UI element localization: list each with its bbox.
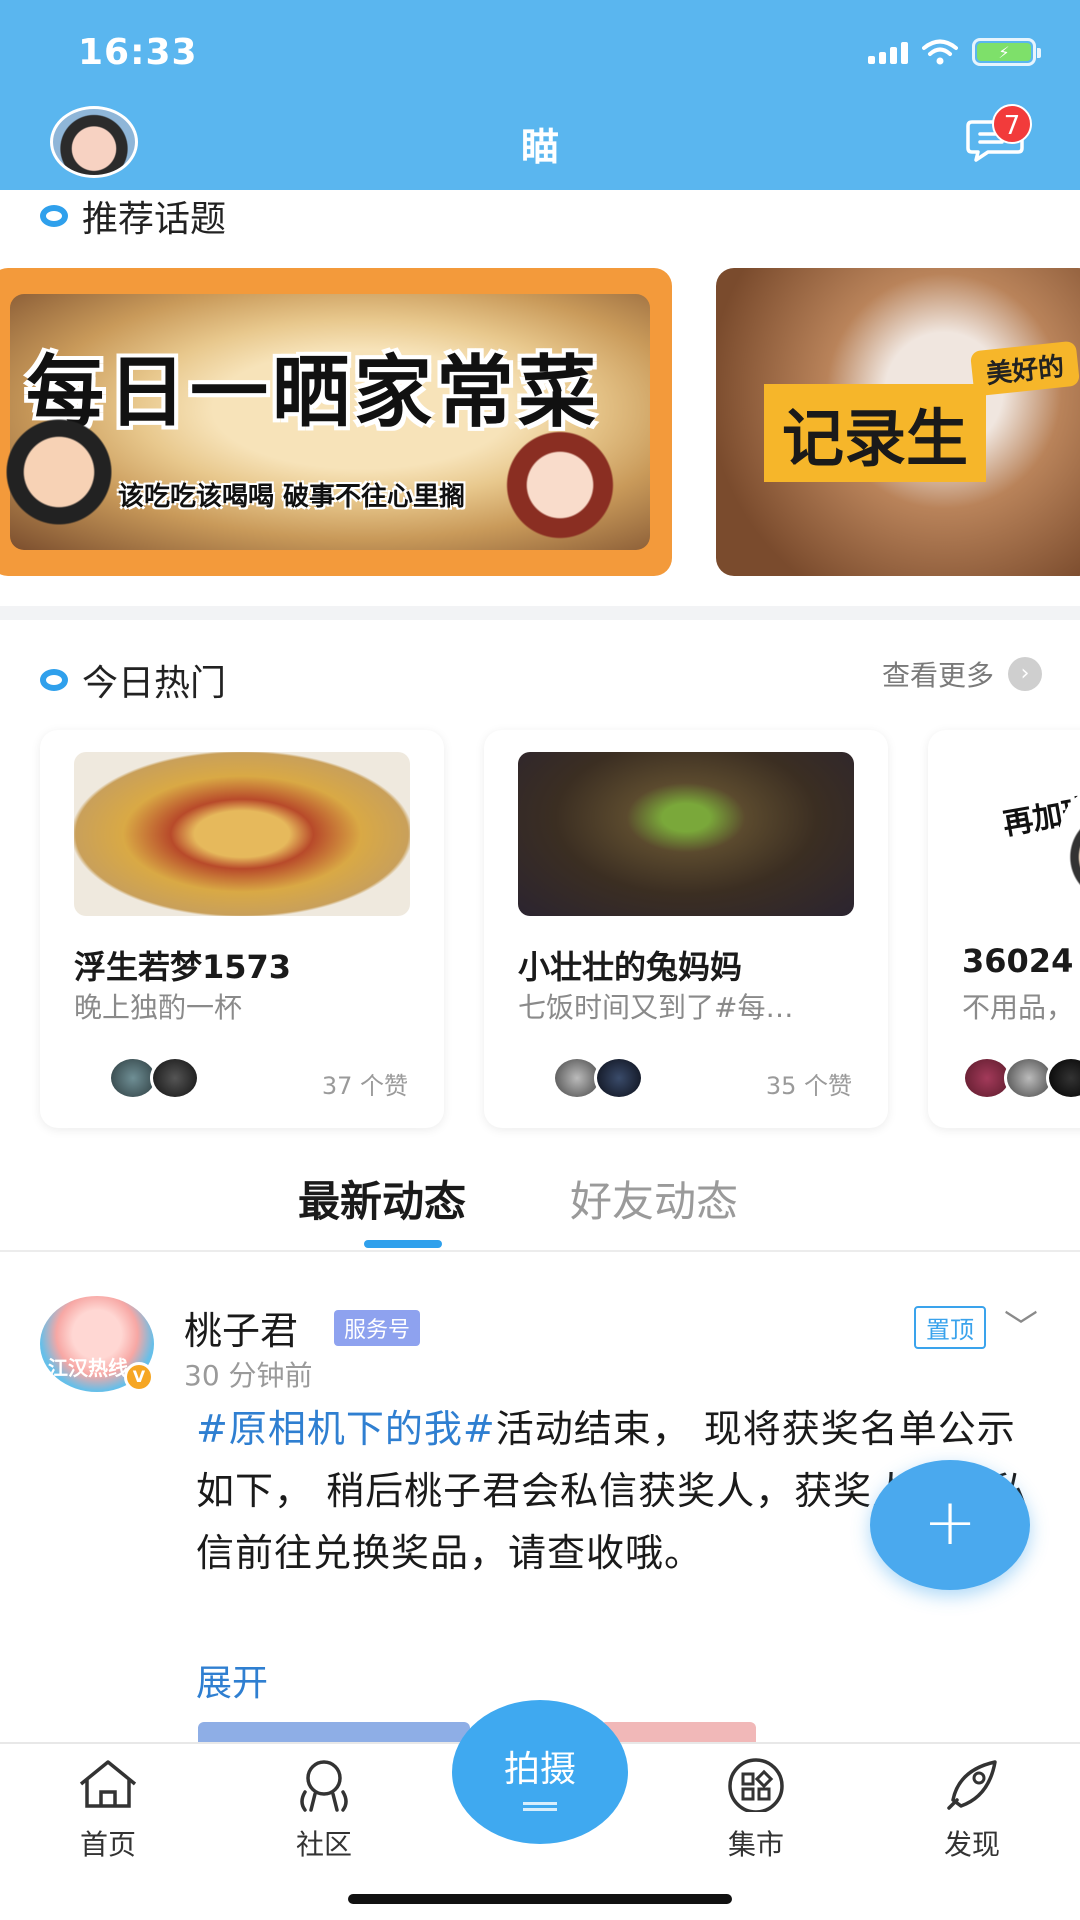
- shoot-label: 拍摄: [503, 1749, 576, 1790]
- card-desc: 晚上独酌一杯: [74, 991, 243, 1024]
- wifi-icon: [922, 39, 958, 65]
- tab-friends[interactable]: 好友动态: [570, 1168, 738, 1229]
- comic-image: 再加班: [962, 752, 1080, 922]
- active-tab-indicator: [364, 1240, 442, 1248]
- nav-home-label: 首页: [79, 1828, 136, 1861]
- cartoon-girl-image: [498, 420, 622, 550]
- avatar: [1046, 1056, 1080, 1100]
- section-dot-icon: [40, 205, 68, 227]
- topic-banner-home-cooking[interactable]: 每日一晒家常菜 该吃吃该喝喝 破事不往心里搁: [0, 268, 672, 576]
- liker-avatars: [530, 1056, 644, 1100]
- like-count: 35 个赞: [765, 1072, 852, 1100]
- chevron-down-icon[interactable]: ﹀: [1004, 1300, 1038, 1349]
- nav-discover[interactable]: 发现: [912, 1756, 1032, 1863]
- liker-avatars: [962, 1056, 1080, 1100]
- post-image-thumb[interactable]: [600, 1722, 756, 1742]
- braised-dish-image: [518, 752, 854, 916]
- community-icon: [300, 1760, 348, 1812]
- nav-market[interactable]: 集市: [696, 1756, 816, 1863]
- card-author: 浮生若梦1573: [74, 948, 292, 986]
- tab-latest[interactable]: 最新动态: [298, 1168, 466, 1229]
- home-indicator: [348, 1894, 732, 1904]
- card-desc: 七饭时间又到了#每…: [518, 991, 794, 1024]
- see-more-label: 查看更多: [881, 659, 994, 692]
- hot-today-label: 今日热门: [82, 663, 227, 704]
- nav-home[interactable]: 首页: [48, 1756, 168, 1863]
- banner-tag: 美好的: [969, 340, 1080, 397]
- hot-card[interactable]: 再加班 36024 不用品，: [928, 730, 1080, 1128]
- recommended-topics-label: 推荐话题: [82, 199, 227, 240]
- section-divider: [0, 606, 1080, 620]
- card-author: 小壮壮的兔妈妈: [518, 948, 743, 986]
- card-desc: 不用品，: [962, 991, 1075, 1024]
- chevron-right-icon: ›: [1008, 657, 1042, 691]
- service-account-badge: 服务号: [334, 1310, 421, 1346]
- signal-icon: [868, 40, 908, 64]
- post-author-name[interactable]: 桃子君: [184, 1300, 298, 1355]
- cartoon-boy-image: [4, 418, 114, 538]
- verified-icon: V: [124, 1362, 154, 1392]
- hot-card[interactable]: 浮生若梦1573 晚上独酌一杯 37 个赞: [40, 730, 444, 1128]
- market-icon: [728, 1758, 784, 1814]
- status-icons: ⚡: [868, 38, 1041, 66]
- post-topic-link[interactable]: #原相机下的我#: [196, 1407, 496, 1451]
- post-time: 30 分钟前: [184, 1359, 313, 1392]
- tabs-divider: [0, 1250, 1080, 1252]
- page-title: 瞄: [520, 125, 559, 169]
- banner-headline: 记录生: [764, 384, 987, 482]
- post-image-thumb[interactable]: [198, 1722, 470, 1742]
- section-dot-icon: [40, 669, 68, 691]
- recommended-topics-title: 推荐话题: [40, 190, 226, 242]
- nav-market-label: 集市: [727, 1828, 784, 1861]
- shoot-button[interactable]: 拍摄: [452, 1700, 628, 1844]
- nav-discover-label: 发现: [943, 1828, 1000, 1861]
- nav-community[interactable]: 社区: [264, 1756, 384, 1863]
- card-author: 36024: [962, 942, 1074, 980]
- app-screen: 16:33 ⚡ 瞄 7 推荐话题 每日一晒家常菜 该吃吃该喝喝 破事不往心里搁 …: [0, 0, 1080, 1920]
- feed-tabs: 最新动态 好友动态: [0, 1168, 1080, 1248]
- menu-icon: [523, 1802, 557, 1805]
- like-count: 37 个赞: [321, 1072, 408, 1100]
- topic-banner-record-life[interactable]: 美好的 记录生: [716, 268, 1080, 576]
- plus-icon[interactable]: +: [870, 1460, 1030, 1590]
- battery-icon: ⚡: [972, 38, 1041, 66]
- hot-card[interactable]: 小壮壮的兔妈妈 七饭时间又到了#每… 35 个赞: [484, 730, 888, 1128]
- app-header: 16:33 ⚡ 瞄 7: [0, 0, 1080, 190]
- message-count-badge: 7: [992, 104, 1032, 144]
- fish-dish-image: [74, 752, 410, 916]
- avatar: [150, 1056, 200, 1100]
- nav-community-label: 社区: [295, 1828, 352, 1861]
- rocket-icon: [947, 1760, 997, 1810]
- status-time: 16:33: [78, 32, 198, 73]
- banner-subline: 该吃吃该喝喝 破事不往心里搁: [118, 482, 466, 512]
- banner-headline: 每日一晒家常菜: [26, 348, 601, 438]
- see-more-link[interactable]: 查看更多 ›: [882, 654, 1042, 694]
- expand-link[interactable]: 展开: [196, 1654, 268, 1706]
- avatar: [594, 1056, 644, 1100]
- hot-today-title: 今日热门: [40, 654, 226, 706]
- liker-avatars: [86, 1056, 200, 1100]
- avatar-brand-text: 江汉热线: [48, 1356, 128, 1380]
- home-icon: [79, 1760, 137, 1808]
- pinned-badge: 置顶: [914, 1306, 986, 1349]
